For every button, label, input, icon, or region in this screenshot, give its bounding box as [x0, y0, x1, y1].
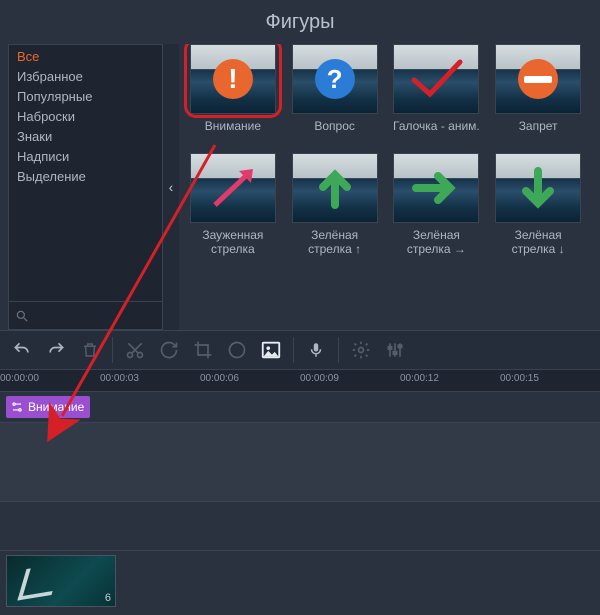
category-item[interactable]: Популярные	[9, 87, 162, 107]
titles-track[interactable]: Внимание	[0, 392, 600, 422]
shape-thumbnail[interactable]	[495, 44, 581, 114]
category-item[interactable]: Знаки	[9, 127, 162, 147]
equalizer-button[interactable]	[379, 334, 411, 366]
shape-label: Вопрос	[314, 119, 355, 147]
shape-thumbnail[interactable]	[495, 153, 581, 223]
rotate-button[interactable]	[153, 334, 185, 366]
mic-button[interactable]	[300, 334, 332, 366]
ruler-mark: 00:00:00	[0, 373, 39, 384]
shape-item[interactable]: Зелёная стрелка →	[391, 153, 483, 256]
category-item[interactable]: Надписи	[9, 147, 162, 167]
ruler-mark: 00:00:15	[500, 373, 539, 384]
title-clip-icon	[10, 400, 24, 414]
category-item[interactable]: Наброски	[9, 107, 162, 127]
shape-item[interactable]: Галочка - аним.	[391, 44, 483, 147]
category-item[interactable]: Все	[9, 47, 162, 67]
ruler-mark: 00:00:06	[200, 373, 239, 384]
shape-label: Запрет	[519, 119, 558, 147]
shape-label: Галочка - аним.	[393, 119, 480, 147]
clip-duration: 6	[105, 592, 111, 604]
cut-button[interactable]	[119, 334, 151, 366]
shape-thumbnail[interactable]	[393, 153, 479, 223]
search-input[interactable]	[8, 302, 163, 330]
shape-item[interactable]: Зелёная стрелка ↓	[492, 153, 584, 256]
crop-button[interactable]	[187, 334, 219, 366]
shape-thumbnail[interactable]	[190, 153, 276, 223]
shape-thumbnail[interactable]: ?	[292, 44, 378, 114]
redo-button[interactable]	[40, 334, 72, 366]
toolbar-separator	[338, 337, 339, 363]
shape-thumbnail[interactable]	[292, 153, 378, 223]
shape-item[interactable]: ! Внимание	[187, 44, 279, 147]
collapse-sidebar-button[interactable]: ‹	[163, 44, 179, 330]
title-clip-label: Внимание	[28, 400, 84, 414]
shapes-grid: ! Внимание? Вопрос Галочка - аним. Запрет Зау…	[179, 44, 592, 330]
shape-label: Внимание	[205, 119, 261, 147]
toolbar-separator	[112, 337, 113, 363]
video-clip[interactable]: 6	[6, 555, 116, 607]
image-button[interactable]	[255, 334, 287, 366]
undo-button[interactable]	[6, 334, 38, 366]
timeline-ruler[interactable]: 00:00:00 00:00:03 00:00:06 00:00:09 00:00:12…	[0, 370, 600, 392]
shape-item[interactable]: ? Вопрос	[289, 44, 381, 147]
toolbar	[0, 330, 600, 370]
category-item[interactable]: Выделение	[9, 167, 162, 187]
panel-title: Фигуры	[8, 5, 592, 44]
ruler-mark: 00:00:03	[100, 373, 139, 384]
category-list: ВсеИзбранноеПопулярныеНаброскиЗнакиНадпи…	[8, 44, 163, 302]
shape-item[interactable]: Зелёная стрелка ↑	[289, 153, 381, 256]
search-icon	[15, 309, 29, 323]
title-clip[interactable]: Внимание	[6, 396, 90, 418]
shape-label: Зелёная стрелка ↓	[492, 228, 584, 256]
shape-label: Зауженная стрелка	[187, 228, 279, 256]
shape-label: Зелёная стрелка →	[391, 228, 483, 256]
ruler-mark: 00:00:12	[400, 373, 439, 384]
shape-item[interactable]: Зауженная стрелка	[187, 153, 279, 256]
shape-label: Зелёная стрелка ↑	[289, 228, 381, 256]
ruler-mark: 00:00:09	[300, 373, 339, 384]
color-button[interactable]	[221, 334, 253, 366]
shape-thumbnail[interactable]: !	[190, 44, 276, 114]
toolbar-separator	[293, 337, 294, 363]
track-gap	[0, 502, 600, 550]
shape-thumbnail[interactable]	[393, 44, 479, 114]
settings-button[interactable]	[345, 334, 377, 366]
shape-item[interactable]: Запрет	[492, 44, 584, 147]
delete-button[interactable]	[74, 334, 106, 366]
video-track[interactable]: 6	[0, 550, 600, 610]
category-item[interactable]: Избранное	[9, 67, 162, 87]
empty-track[interactable]	[0, 422, 600, 502]
